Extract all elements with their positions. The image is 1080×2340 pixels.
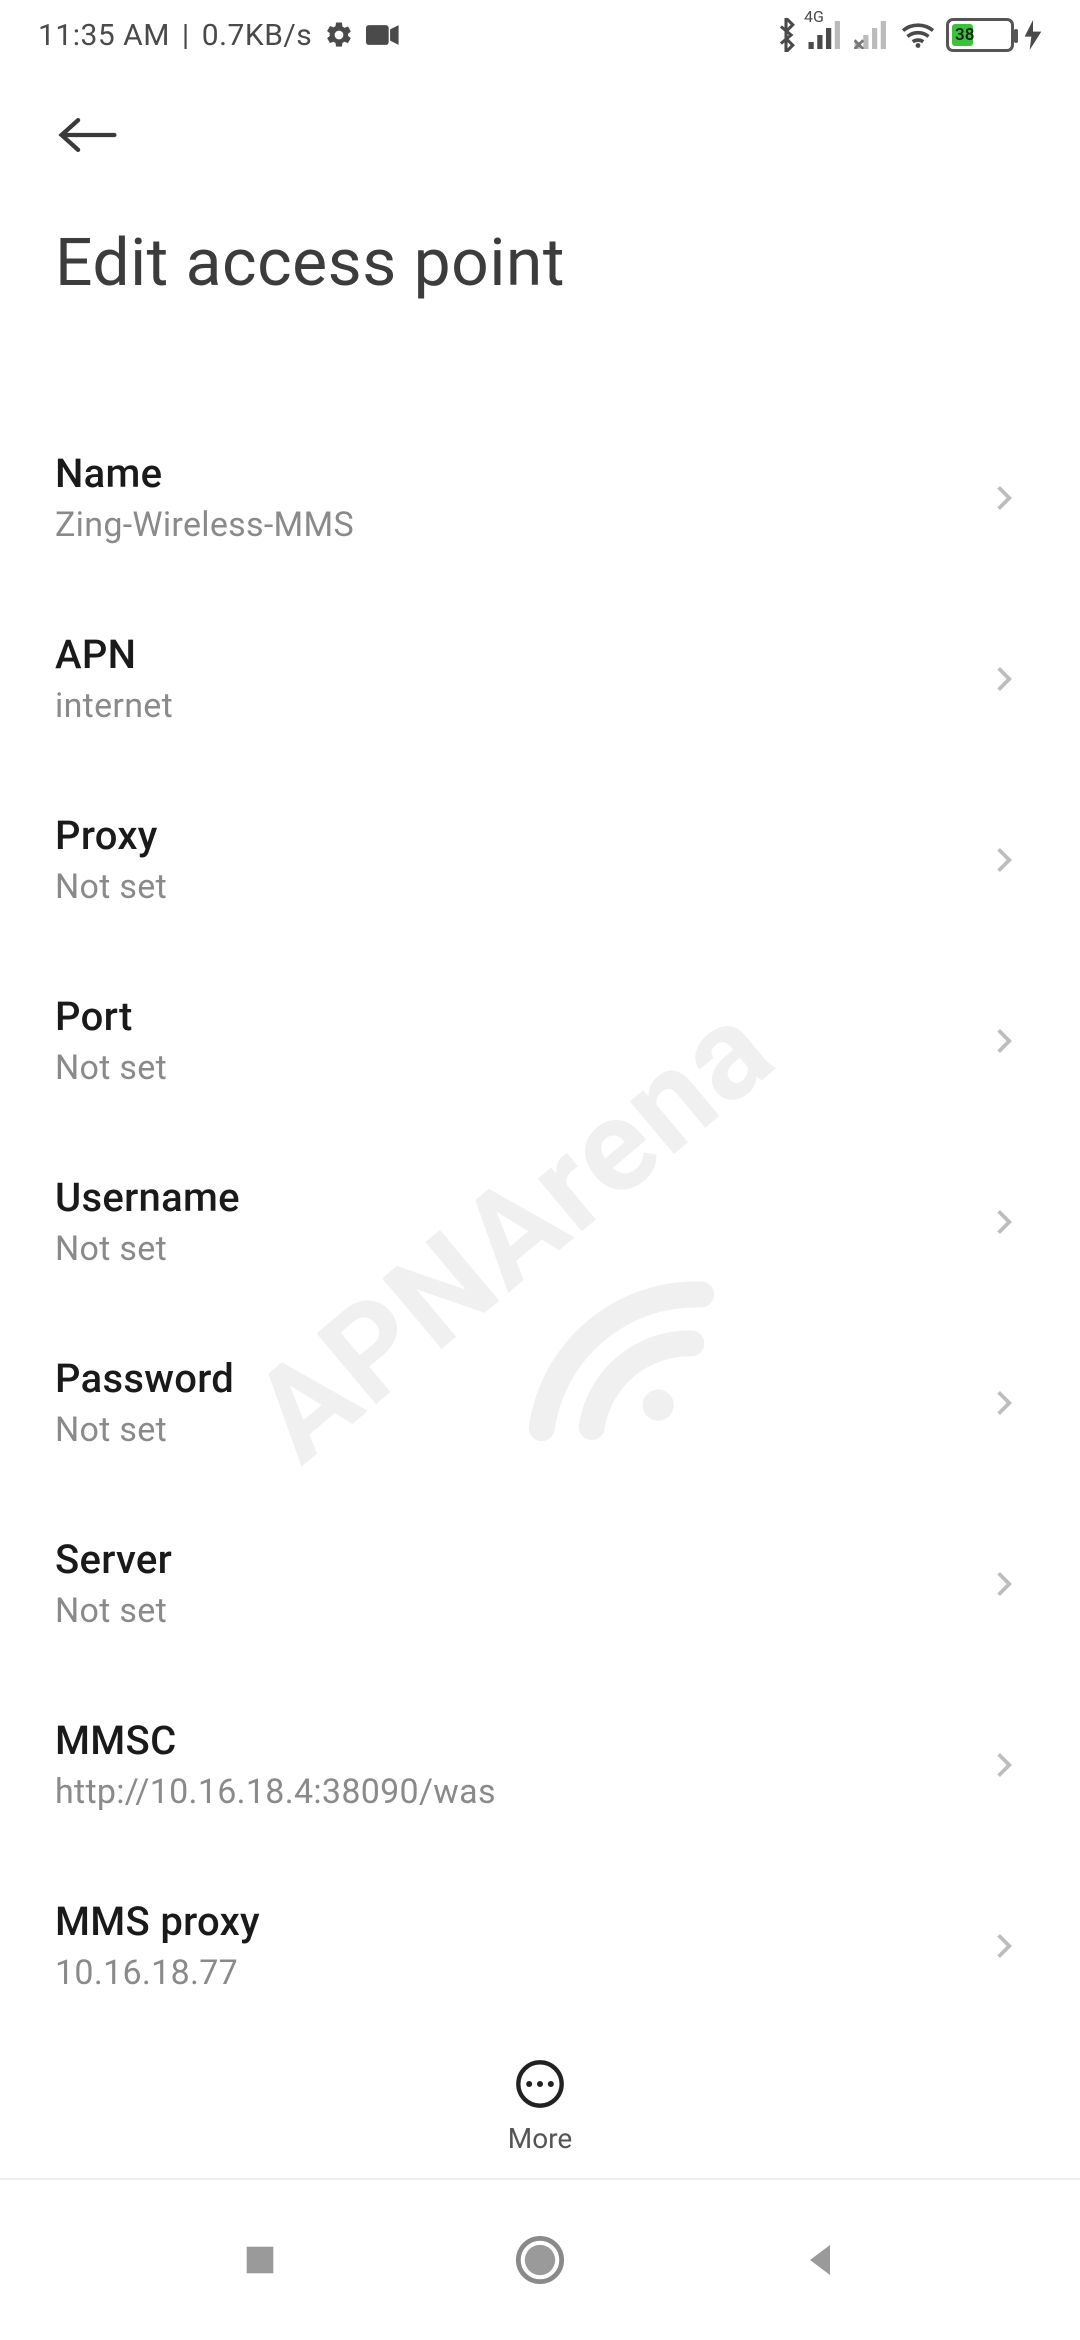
bluetooth-icon: [774, 18, 798, 52]
chevron-right-icon: [988, 1568, 1020, 1600]
status-time: 11:35 AM: [38, 18, 170, 53]
settings-label: Server: [55, 1536, 988, 1583]
settings-label: Port: [55, 993, 988, 1040]
chevron-right-icon: [988, 844, 1020, 876]
settings-item-name[interactable]: Name Zing-Wireless-MMS: [55, 407, 1025, 588]
settings-item-mms-proxy[interactable]: MMS proxy 10.16.18.77: [55, 1855, 1025, 2036]
settings-value: Zing-Wireless-MMS: [55, 505, 988, 545]
chevron-right-icon: [988, 1206, 1020, 1238]
settings-item-apn[interactable]: APN internet: [55, 588, 1025, 769]
gear-icon: [324, 20, 354, 50]
settings-value: http://10.16.18.4:38090/was: [55, 1772, 988, 1812]
bottom-toolbar: More: [0, 2040, 1080, 2180]
charging-icon: [1024, 20, 1042, 50]
status-netspeed: 0.7KB/s: [202, 18, 313, 53]
chevron-right-icon: [988, 1025, 1020, 1057]
settings-item-port[interactable]: Port Not set: [55, 950, 1025, 1131]
settings-label: MMSC: [55, 1717, 988, 1764]
settings-value: Not set: [55, 867, 988, 907]
signal-nosim-icon: [854, 21, 890, 49]
triangle-left-icon: [800, 2240, 840, 2280]
settings-item-password[interactable]: Password Not set: [55, 1312, 1025, 1493]
arrow-left-icon: [55, 115, 121, 155]
more-label: More: [508, 2122, 573, 2155]
settings-item-mmsc[interactable]: MMSC http://10.16.18.4:38090/was: [55, 1674, 1025, 1855]
page-title: Edit access point: [55, 225, 1025, 302]
chevron-right-icon: [988, 482, 1020, 514]
chevron-right-icon: [988, 663, 1020, 695]
settings-value: Not set: [55, 1048, 988, 1088]
circle-icon: [514, 2234, 566, 2286]
more-button[interactable]: More: [508, 2058, 573, 2155]
signal-4g-icon: 4G: [808, 21, 844, 49]
camera-icon: [366, 23, 400, 47]
navigation-bar: [0, 2180, 1080, 2340]
settings-label: Username: [55, 1174, 988, 1221]
settings-list: Name Zing-Wireless-MMS APN internet Prox…: [0, 407, 1080, 2137]
header: Edit access point: [0, 70, 1080, 312]
settings-item-proxy[interactable]: Proxy Not set: [55, 769, 1025, 950]
settings-label: MMS proxy: [55, 1898, 988, 1945]
settings-value: internet: [55, 686, 988, 726]
nav-home-button[interactable]: [510, 2230, 570, 2290]
nav-recent-button[interactable]: [230, 2230, 290, 2290]
status-sep: |: [182, 18, 190, 53]
status-right: 4G 38: [774, 18, 1042, 52]
settings-value: 10.16.18.77: [55, 1953, 988, 1993]
more-icon: [514, 2058, 566, 2110]
chevron-right-icon: [988, 1749, 1020, 1781]
status-left: 11:35 AM | 0.7KB/s: [38, 18, 400, 53]
settings-label: APN: [55, 631, 988, 678]
signal-4g-label: 4G: [804, 7, 824, 26]
chevron-right-icon: [988, 1930, 1020, 1962]
settings-label: Proxy: [55, 812, 988, 859]
battery-icon: 38: [946, 18, 1014, 52]
settings-label: Password: [55, 1355, 988, 1402]
chevron-right-icon: [988, 1387, 1020, 1419]
wifi-icon: [900, 21, 936, 49]
status-bar: 11:35 AM | 0.7KB/s 4G 38: [0, 0, 1080, 70]
settings-item-username[interactable]: Username Not set: [55, 1131, 1025, 1312]
settings-label: Name: [55, 450, 988, 497]
battery-level: 38: [955, 25, 974, 45]
nav-back-button[interactable]: [790, 2230, 850, 2290]
square-icon: [240, 2240, 280, 2280]
settings-item-server[interactable]: Server Not set: [55, 1493, 1025, 1674]
settings-value: Not set: [55, 1410, 988, 1450]
back-button[interactable]: [55, 100, 125, 170]
settings-value: Not set: [55, 1591, 988, 1631]
settings-value: Not set: [55, 1229, 988, 1269]
